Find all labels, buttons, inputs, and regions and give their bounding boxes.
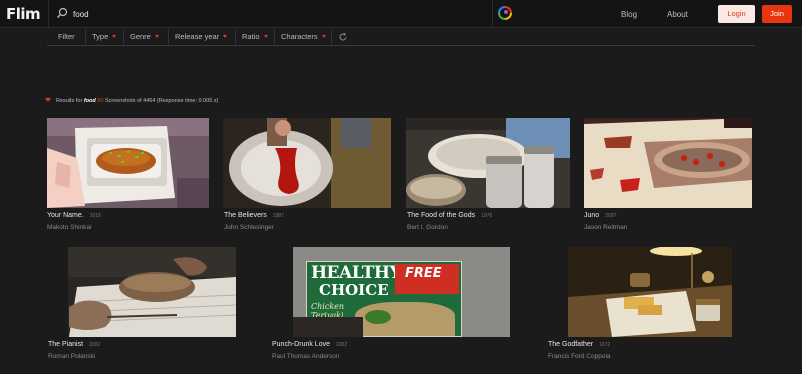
screenshot-thumbnail[interactable] [47, 118, 209, 208]
free-banner: FREE [395, 264, 459, 294]
movie-year: 1987 [272, 213, 284, 219]
movie-title[interactable]: The Food of the Gods [407, 212, 475, 219]
movie-year: 2002 [335, 342, 348, 348]
box-text-healthy: HEALTHY [311, 263, 402, 283]
search-icon [57, 7, 68, 18]
results-prefix: Results for [56, 98, 83, 104]
movie-title[interactable]: The Pianist [48, 341, 83, 348]
movie-director[interactable]: Roman Polanski [48, 353, 95, 360]
results-query: food [83, 98, 96, 104]
filter-type-dropdown[interactable]: Type [85, 29, 123, 45]
filter-label: Filter [58, 32, 75, 41]
filter-bar: Filter Type Genre Release year Ratio Cha… [47, 29, 755, 46]
nav-about-link[interactable]: About [667, 10, 688, 19]
results-time: (Response time: 0.005 s) [156, 98, 219, 104]
chevron-down-icon [154, 35, 159, 38]
movie-title[interactable]: Punch-Drunk Love [272, 341, 330, 348]
screenshot-thumbnail[interactable] [223, 118, 391, 208]
filter-divider [331, 29, 332, 45]
color-palette-icon[interactable] [496, 4, 514, 22]
filter-ratio-dropdown[interactable]: Ratio [235, 29, 274, 45]
movie-year: 2007 [605, 213, 617, 219]
movie-director[interactable]: Paul Thomas Anderson [272, 353, 339, 360]
movie-title[interactable]: Juno [584, 212, 599, 219]
movie-year: 2016 [89, 213, 101, 219]
movie-title-row: Juno 2007 [584, 212, 616, 219]
login-button[interactable]: Login [718, 5, 755, 23]
search-box[interactable] [48, 0, 493, 28]
movie-year: 2002 [89, 342, 101, 348]
movie-title-row: The Believers 1987 [224, 212, 284, 219]
chevron-down-icon [223, 35, 228, 38]
results-count: 90 [97, 98, 104, 104]
filter-characters-dropdown[interactable]: Characters [274, 29, 331, 45]
movie-title[interactable]: Your Name. [47, 212, 84, 219]
screenshot-thumbnail[interactable]: HEALTHY CHOICE Chicken Teriyaki FREE [269, 247, 510, 337]
filter-release-year-label: Release year [175, 32, 220, 41]
movie-director[interactable]: Jason Reitman [584, 224, 627, 231]
chevron-down-icon [112, 35, 117, 38]
food-vegetable [365, 310, 391, 324]
filter-type-label: Type [92, 32, 109, 41]
movie-title[interactable]: The Godfather [548, 341, 593, 348]
screenshot-thumbnail[interactable] [47, 247, 237, 337]
screenshot-thumbnail[interactable] [584, 118, 752, 208]
filter-release-year-dropdown[interactable]: Release year [168, 29, 235, 45]
movie-title[interactable]: The Believers [224, 212, 267, 219]
filter-genre-label: Genre [130, 32, 151, 41]
box-text-free: FREE [405, 266, 442, 281]
box-text-choice: CHOICE [319, 281, 389, 299]
movie-title-row: Punch-Drunk Love 2002 [272, 341, 347, 348]
box-text-chicken: Chicken [311, 302, 345, 311]
movie-title-row: The Pianist 2002 [48, 341, 100, 348]
join-button[interactable]: Join [762, 5, 792, 23]
screenshot-thumbnail[interactable] [406, 118, 570, 208]
search-input[interactable] [73, 6, 473, 22]
movie-title-row: The Godfather 1972 [548, 341, 610, 348]
movie-director[interactable]: Makoto Shinkai [47, 224, 91, 231]
movie-director[interactable]: John Schlesinger [224, 224, 274, 231]
top-bar: Flim Blog About Login Join [0, 0, 802, 28]
movie-director[interactable]: Bert I. Gordon [407, 224, 448, 231]
movie-title-row: The Food of the Gods 1976 [407, 212, 492, 219]
movie-year: 1976 [481, 213, 493, 219]
results-middle: Screenshots of [104, 98, 142, 104]
chevron-down-icon [321, 35, 326, 38]
screenshot-thumbnail[interactable] [546, 247, 732, 337]
filter-genre-dropdown[interactable]: Genre [123, 29, 168, 45]
filter-ratio-label: Ratio [242, 32, 260, 41]
collapse-triangle-icon[interactable] [45, 98, 51, 102]
results-summary: Results for food 90 Screenshots of 4464 … [45, 98, 218, 104]
nav-blog-link[interactable]: Blog [621, 10, 637, 19]
movie-director[interactable]: Francis Ford Coppola [548, 353, 611, 360]
reset-icon[interactable] [338, 32, 348, 42]
results-total: 4464 [143, 98, 156, 104]
filter-characters-label: Characters [281, 32, 318, 41]
shadow-figure [293, 317, 363, 337]
movie-title-row: Your Name. 2016 [47, 212, 101, 219]
movie-year: 1972 [599, 342, 611, 348]
logo[interactable]: Flim [6, 5, 41, 23]
chevron-down-icon [263, 35, 268, 38]
